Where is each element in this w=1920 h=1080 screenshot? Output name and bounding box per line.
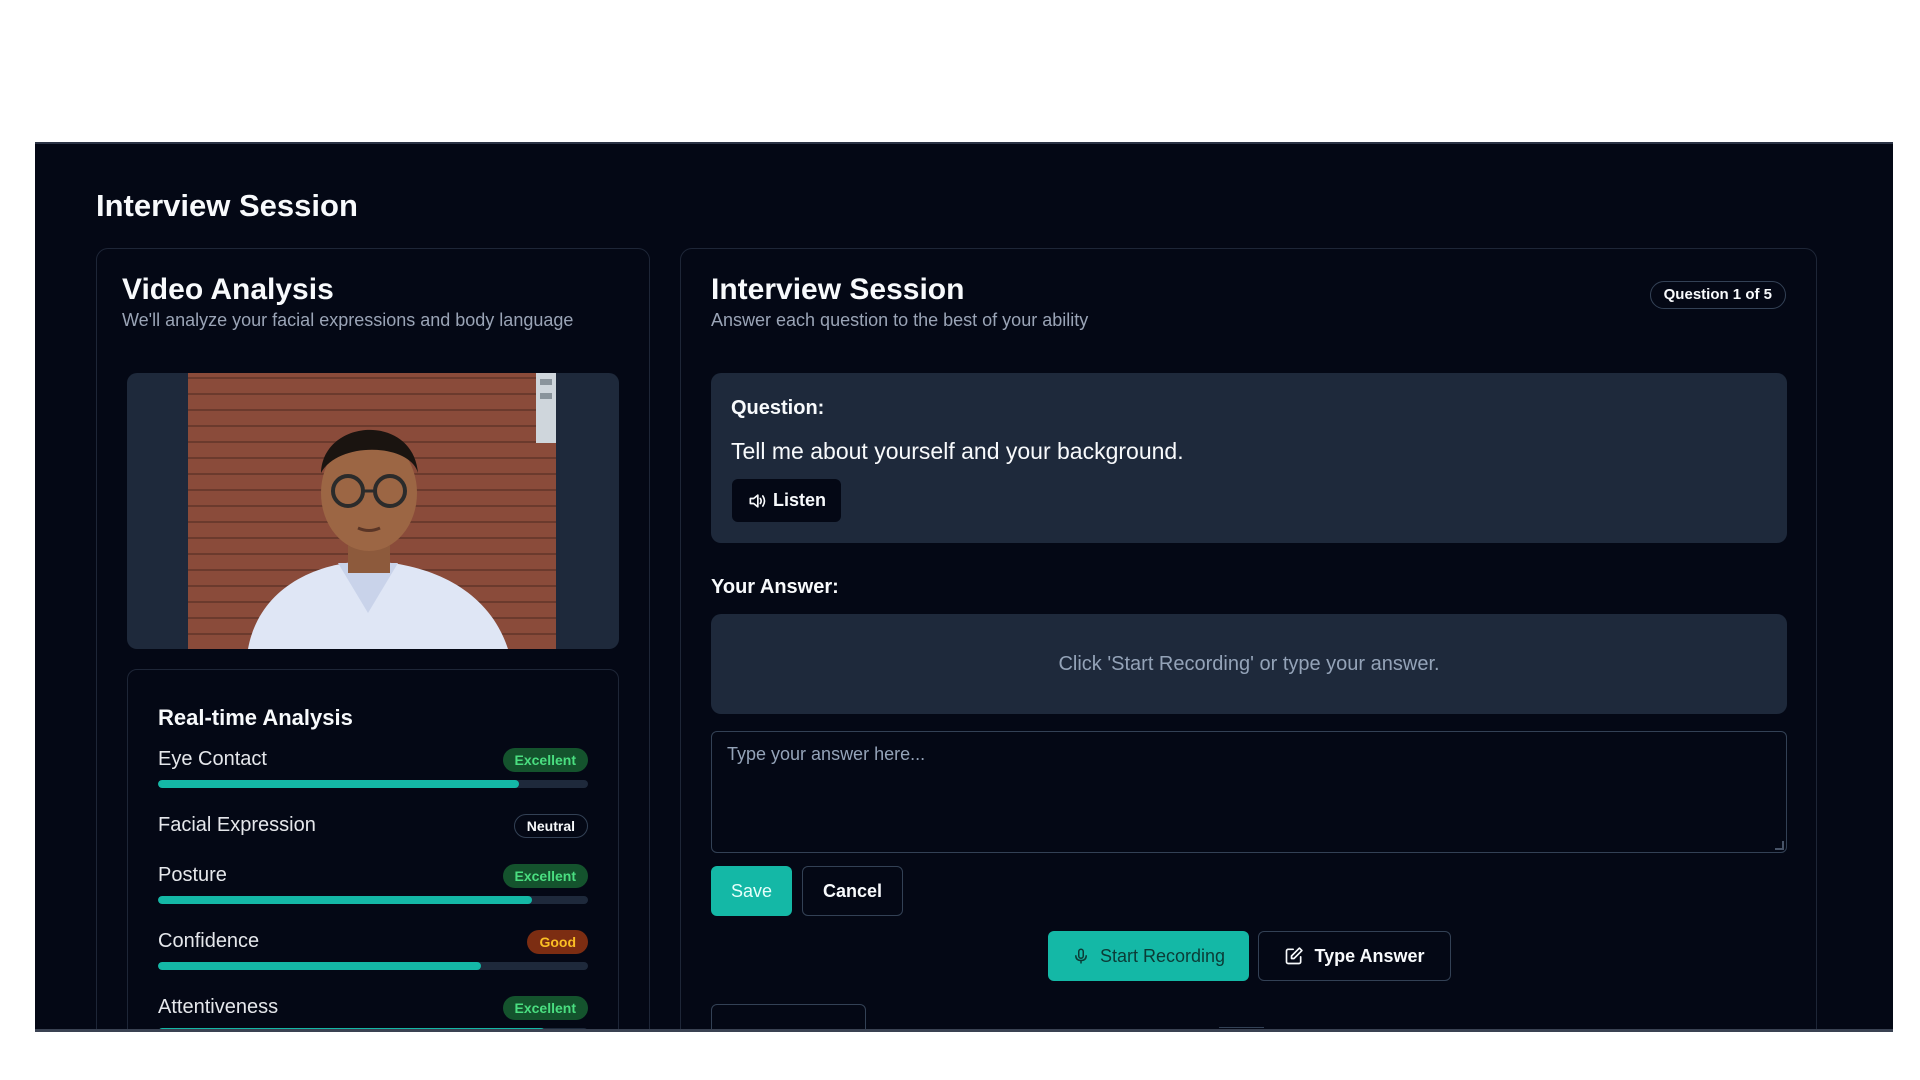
metric-label: Facial Expression: [158, 814, 316, 836]
webcam-feed: [188, 373, 556, 649]
type-answer-button[interactable]: Type Answer: [1258, 931, 1451, 981]
type-answer-label: Type Answer: [1314, 945, 1425, 966]
video-preview: [127, 373, 619, 649]
progress-fill: [158, 1028, 545, 1029]
page-title: Interview Session: [96, 188, 358, 223]
textarea-resize-handle[interactable]: [1775, 841, 1784, 850]
question-panel: Question: Tell me about yourself and you…: [711, 373, 1787, 543]
progress-track: [158, 780, 588, 788]
video-analysis-subtitle: We'll analyze your facial expressions an…: [122, 310, 574, 330]
progress-track: [158, 962, 588, 970]
listen-button[interactable]: Listen: [732, 479, 842, 522]
metric-label: Attentiveness: [158, 996, 279, 1018]
start-recording-button[interactable]: Start Recording: [1048, 931, 1249, 981]
status-badge: Excellent: [502, 864, 588, 888]
webcam-person-image: [248, 373, 556, 649]
microphone-icon: [1074, 948, 1087, 964]
edit-icon: [1286, 947, 1304, 965]
divider: [1219, 1027, 1264, 1028]
answer-display: Click 'Start Recording' or type your ans…: [711, 614, 1787, 714]
cut-off-button[interactable]: [711, 1004, 866, 1029]
progress-fill: [158, 896, 533, 904]
session-title: Interview Session: [711, 273, 965, 306]
metric-label: Confidence: [158, 930, 260, 952]
realtime-analysis-title: Real-time Analysis: [158, 705, 353, 730]
progress-fill: [158, 962, 481, 970]
metric-label: Eye Contact: [158, 748, 267, 770]
save-button[interactable]: Save: [711, 866, 792, 916]
status-badge: Excellent: [502, 996, 588, 1020]
video-analysis-title: Video Analysis: [122, 273, 334, 306]
progress-track: [158, 1028, 588, 1029]
speaker-icon: [749, 493, 766, 508]
session-subtitle: Answer each question to the best of your…: [711, 310, 1089, 330]
start-recording-label: Start Recording: [1099, 945, 1226, 966]
progress-track: [158, 896, 588, 904]
status-badge: Excellent: [502, 748, 588, 772]
metric-label: Posture: [158, 864, 227, 886]
question-label: Question:: [731, 397, 825, 419]
status-badge: Neutral: [513, 814, 588, 838]
status-badge: Good: [527, 930, 588, 954]
realtime-analysis-panel: Real-time Analysis Eye Contact Excellent…: [127, 669, 619, 1029]
progress-fill: [158, 780, 520, 788]
answer-text-input[interactable]: [711, 731, 1787, 853]
cancel-button[interactable]: Cancel: [802, 866, 903, 916]
video-analysis-card: Video Analysis We'll analyze your facial…: [96, 248, 650, 1029]
question-text: Tell me about yourself and your backgrou…: [731, 438, 1184, 464]
answer-label: Your Answer:: [711, 576, 839, 598]
interview-session-card: Interview Session Answer each question t…: [680, 248, 1817, 1029]
question-progress-badge: Question 1 of 5: [1649, 281, 1786, 309]
listen-label: Listen: [773, 490, 827, 510]
app-window: Interview Session Video Analysis We'll a…: [35, 142, 1893, 1032]
